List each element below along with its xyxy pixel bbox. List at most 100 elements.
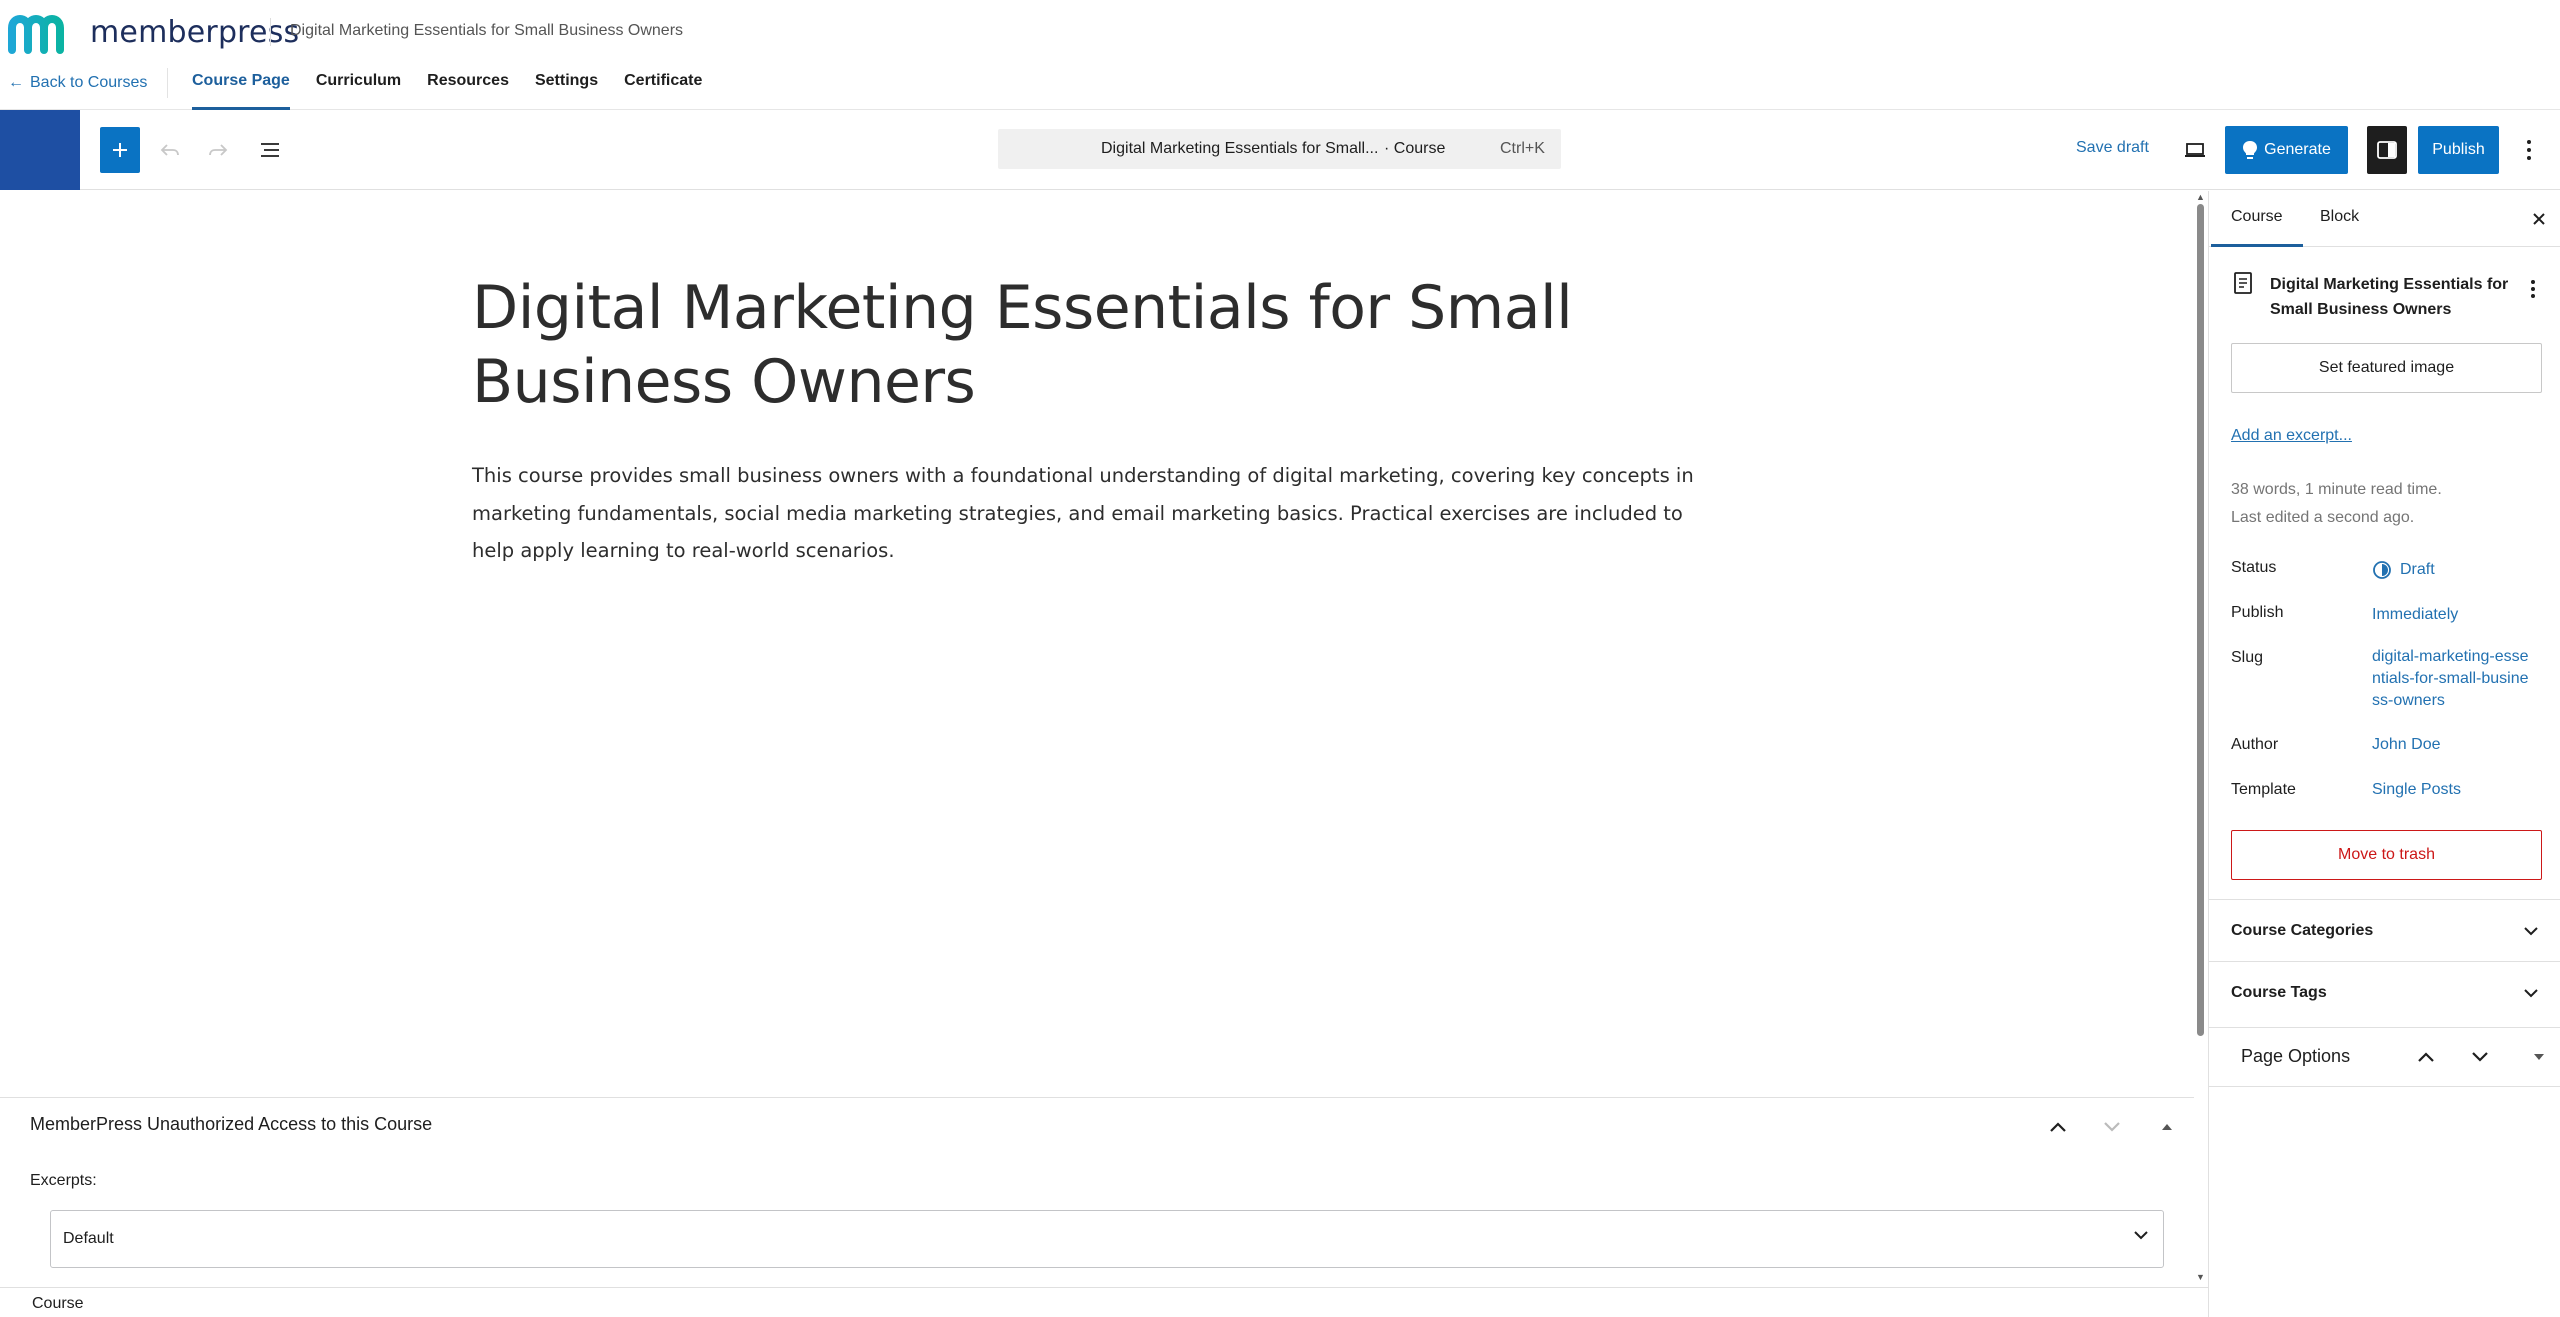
tab-settings[interactable]: Settings (535, 62, 598, 110)
course-tags-panel[interactable]: Course Tags (2209, 961, 2560, 1023)
generate-button[interactable]: Generate (2225, 126, 2348, 174)
chevron-up-icon (2050, 1122, 2066, 1132)
template-label: Template (2231, 781, 2296, 798)
logo-text: memberpress (90, 14, 300, 50)
back-to-courses-link[interactable]: ← Back to Courses (8, 74, 147, 92)
chevron-up-icon (2418, 1052, 2434, 1062)
word-count-text: 38 words, 1 minute read time. (2231, 481, 2442, 498)
sidebar-post-title: Digital Marketing Essentials for Small B… (2270, 276, 2509, 318)
page-options-metabox: Page Options (2209, 1027, 2560, 1087)
undo-button[interactable] (152, 132, 188, 168)
block-breadcrumb-bar: Course (0, 1287, 2210, 1317)
chevron-down-icon (2519, 981, 2543, 1005)
excerpts-select[interactable]: Default (50, 1210, 2164, 1268)
author-label: Author (2231, 736, 2279, 753)
course-nav-tabs: Course Page Curriculum Resources Setting… (192, 62, 702, 110)
redo-button[interactable] (200, 132, 236, 168)
command-palette-bar[interactable]: Digital Marketing Essentials for Small..… (998, 129, 1561, 169)
command-bar-title: Digital Marketing Essentials for Small..… (1101, 140, 1379, 157)
editor-toolbar: Digital Marketing Essentials for Small..… (0, 110, 2560, 190)
brand-divider (270, 18, 271, 46)
metabox-title: MemberPress Unauthorized Access to this … (30, 1114, 433, 1134)
caret-down-icon (2534, 1054, 2544, 1060)
excerpts-label: Excerpts: (30, 1172, 97, 1189)
canvas-scrollbar-thumb[interactable] (2197, 204, 2204, 1036)
close-icon (2533, 213, 2545, 225)
chevron-down-icon (2104, 1122, 2120, 1132)
scroll-up-arrow[interactable]: ▲ (2196, 192, 2205, 202)
command-bar-shortcut: Ctrl+K (1500, 140, 1545, 157)
redo-icon (209, 144, 228, 156)
metabox-move-up-button[interactable] (2043, 1112, 2073, 1142)
add-excerpt-link[interactable]: Add an excerpt... (2231, 427, 2352, 445)
chevron-down-icon (2134, 1231, 2148, 1240)
options-menu-button[interactable] (2514, 132, 2544, 168)
author-value-button[interactable]: John Doe (2372, 734, 2441, 756)
sidebar-tab-course[interactable]: Course (2211, 208, 2302, 247)
metabox-toggle-button[interactable] (2155, 1112, 2179, 1142)
back-to-courses-label: Back to Courses (30, 74, 148, 91)
laptop-icon (2185, 143, 2205, 157)
post-actions-menu-button[interactable] (2521, 275, 2545, 303)
move-to-trash-button[interactable]: Move to trash (2231, 830, 2542, 880)
template-value-button[interactable]: Single Posts (2372, 779, 2461, 801)
document-icon (2234, 272, 2252, 294)
memberpress-m-icon (8, 15, 64, 54)
excerpts-selected-value: Default (63, 1230, 114, 1247)
plus-icon (113, 143, 127, 157)
course-tags-title: Course Tags (2231, 984, 2327, 1001)
preview-button[interactable] (2177, 132, 2213, 168)
sidebar-tab-block[interactable]: Block (2320, 208, 2359, 226)
site-icon-button[interactable] (0, 110, 80, 190)
tab-certificate[interactable]: Certificate (624, 62, 702, 110)
settings-sidebar-toggle[interactable] (2367, 126, 2407, 174)
list-view-icon (261, 143, 279, 157)
arrow-left-icon: ← (8, 74, 24, 91)
document-overview-button[interactable] (252, 132, 288, 168)
breadcrumb-course[interactable]: Course (32, 1295, 84, 1313)
generate-label: Generate (2264, 141, 2331, 158)
kebab-menu-icon (2531, 280, 2535, 298)
post-paragraph[interactable]: This course provides small business owne… (472, 457, 1722, 570)
close-sidebar-button[interactable] (2525, 205, 2553, 233)
status-label: Status (2231, 559, 2277, 576)
undo-icon (160, 144, 179, 156)
publish-value-button[interactable]: Immediately (2372, 604, 2458, 626)
slug-value-button[interactable]: digital-marketing-essentials-for-small-b… (2372, 646, 2532, 712)
tab-resources[interactable]: Resources (427, 62, 509, 110)
page-options-move-down-button[interactable] (2466, 1043, 2494, 1071)
scroll-down-arrow[interactable]: ▼ (2196, 1272, 2205, 1282)
chevron-down-icon (2472, 1052, 2488, 1062)
command-bar-type: · Course (1384, 140, 1446, 157)
editor-canvas: Digital Marketing Essentials for Small B… (0, 191, 2200, 1097)
publish-label: Publish (2231, 604, 2284, 621)
block-inserter-button[interactable] (100, 127, 140, 173)
page-options-toggle-button[interactable] (2529, 1043, 2549, 1071)
nav-divider (167, 68, 168, 98)
course-categories-panel[interactable]: Course Categories (2209, 899, 2560, 961)
slug-label: Slug (2231, 649, 2264, 666)
tab-curriculum[interactable]: Curriculum (316, 62, 401, 110)
course-categories-title: Course Categories (2231, 922, 2374, 939)
status-value-button[interactable]: Draft (2372, 559, 2435, 581)
status-value-text: Draft (2400, 561, 2435, 578)
publish-button[interactable]: Publish (2418, 126, 2499, 174)
caret-up-icon (2162, 1124, 2172, 1130)
draft-status-icon (2373, 561, 2391, 579)
metabox-move-down-button[interactable] (2097, 1112, 2127, 1142)
kebab-menu-icon (2527, 140, 2531, 160)
tab-course-page[interactable]: Course Page (192, 62, 290, 110)
lightbulb-icon (2243, 141, 2258, 159)
memberpress-logo[interactable]: memberpress (6, 10, 299, 54)
post-title[interactable]: Digital Marketing Essentials for Small B… (472, 271, 1732, 419)
chevron-down-icon (2519, 919, 2543, 943)
unauthorized-access-metabox: MemberPress Unauthorized Access to this … (0, 1097, 2194, 1287)
sidebar-icon (2377, 141, 2397, 159)
save-draft-button[interactable]: Save draft (2076, 139, 2149, 157)
header-course-title: Digital Marketing Essentials for Small B… (290, 22, 684, 39)
set-featured-image-button[interactable]: Set featured image (2231, 343, 2542, 393)
page-options-move-up-button[interactable] (2412, 1043, 2440, 1071)
sidebar-tabs: Course Block (2209, 191, 2560, 247)
last-edited-text: Last edited a second ago. (2231, 509, 2415, 526)
page-options-title: Page Options (2241, 1046, 2351, 1066)
